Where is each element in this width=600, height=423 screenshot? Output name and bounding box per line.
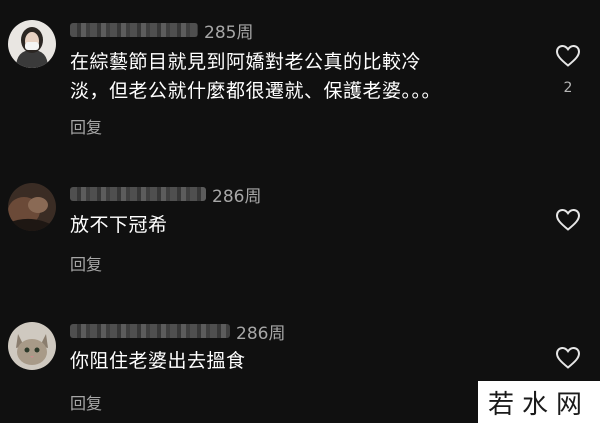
- username-blurred[interactable]: [70, 23, 198, 37]
- comment-text-line: 淡，但老公就什麼都很遷就、保護老婆。。。: [70, 80, 442, 102]
- username-blurred[interactable]: [70, 187, 206, 201]
- comment-time: 285周: [204, 22, 254, 43]
- comment-meta: 286周: [70, 319, 286, 344]
- comment-text-line: 在綜藝節目就見到阿嬌對老公真的比較冷: [70, 51, 422, 73]
- watermark: 若水网: [478, 381, 600, 423]
- comment-text: 你阻住老婆出去搵食: [70, 347, 246, 376]
- heart-outline-icon: [555, 346, 581, 369]
- avatar[interactable]: [8, 20, 56, 68]
- avatar[interactable]: [8, 322, 56, 370]
- comment-time: 286周: [236, 323, 286, 344]
- like-count: 2: [563, 80, 573, 96]
- comment-meta: 285周: [70, 18, 254, 43]
- reply-button[interactable]: 回复: [70, 390, 102, 414]
- username-blurred[interactable]: [70, 324, 230, 338]
- avatar[interactable]: [8, 183, 56, 231]
- reply-button[interactable]: 回复: [70, 251, 102, 275]
- comment-text: 在綜藝節目就見到阿嬌對老公真的比較冷 淡，但老公就什麼都很遷就、保護老婆。。。: [70, 48, 441, 106]
- comment-time: 286周: [212, 186, 262, 207]
- comment-text-line: 放不下冠希: [70, 214, 168, 236]
- comment-text: 放不下冠希: [70, 211, 168, 240]
- heart-outline-icon: [555, 44, 581, 67]
- reply-button[interactable]: 回复: [70, 114, 102, 138]
- like-button[interactable]: 2: [552, 44, 584, 96]
- comment-item: 285周 在綜藝節目就見到阿嬌對老公真的比較冷 淡，但老公就什麼都很遷就、保護老…: [0, 0, 600, 145]
- comment-meta: 286周: [70, 182, 262, 207]
- comment-item: 286周 放不下冠希 回复: [0, 175, 600, 285]
- like-button[interactable]: [552, 208, 584, 232]
- heart-outline-icon: [555, 208, 581, 231]
- like-button[interactable]: [552, 346, 584, 370]
- comment-text-line: 你阻住老婆出去搵食: [70, 350, 246, 372]
